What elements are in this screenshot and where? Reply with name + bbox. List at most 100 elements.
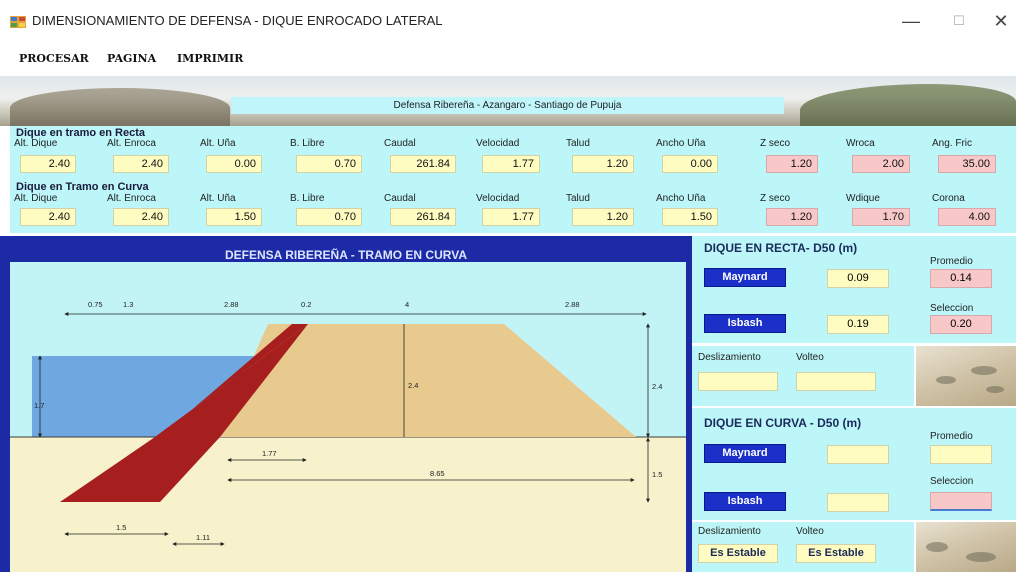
recta-value-10[interactable]: 35.00 xyxy=(938,155,996,173)
recta-label-2: Alt. Uña xyxy=(200,138,236,149)
recta-volteo-label: Volteo xyxy=(796,352,824,363)
title-bar: DIMENSIONAMIENTO DE DEFENSA - DIQUE ENRO… xyxy=(0,0,1016,40)
curva-label-10: Corona xyxy=(932,193,965,204)
recta-label-5: Velocidad xyxy=(476,138,520,149)
recta-promedio-value: 0.14 xyxy=(930,269,992,288)
curva-volteo-value: Es Estable xyxy=(796,544,876,563)
app-grid-icon xyxy=(10,16,26,28)
recta-value-7[interactable]: 0.00 xyxy=(662,155,718,173)
curva-value-2[interactable]: 1.50 xyxy=(206,208,262,226)
menu-bar: PROCESAR PAGINA IMPRIMIR xyxy=(0,40,1016,76)
dim-top-1: 1.3 xyxy=(123,300,133,309)
curva-volteo-label: Volteo xyxy=(796,526,824,537)
recta-stability-section: Deslizamiento Volteo xyxy=(692,346,914,406)
recta-label-10: Ang. Fric xyxy=(932,138,973,149)
recta-value-4[interactable]: 261.84 xyxy=(390,155,456,173)
recta-value-9[interactable]: 2.00 xyxy=(852,155,910,173)
dim-water-height: 1.7 xyxy=(34,401,44,410)
recta-seleccion-label: Seleccion xyxy=(930,303,974,314)
curva-label-6: Talud xyxy=(566,193,590,204)
recta-seleccion-value: 0.20 xyxy=(930,315,992,334)
curva-label-1: Alt. Enroca xyxy=(107,193,156,204)
recta-value-0[interactable]: 2.40 xyxy=(20,155,76,173)
dim-top-5: 2.88 xyxy=(565,300,580,309)
recta-value-5[interactable]: 1.77 xyxy=(482,155,540,173)
recta-label-1: Alt. Enroca xyxy=(107,138,156,149)
curva-d50-heading: DIQUE EN CURVA - D50 (m) xyxy=(704,416,862,430)
curva-maynard-button[interactable]: Maynard xyxy=(704,444,786,463)
dim-top-3: 0.2 xyxy=(301,300,311,309)
recta-d50-heading: DIQUE EN RECTA- D50 (m) xyxy=(704,241,858,255)
dim-core-height: 2.4 xyxy=(408,381,418,390)
curva-promedio-value xyxy=(930,445,992,464)
curva-deslizamiento-value: Es Estable xyxy=(698,544,778,563)
dim-total: 8.65 xyxy=(430,469,445,478)
banner-photo-left xyxy=(10,88,230,126)
curva-label-2: Alt. Uña xyxy=(200,193,236,204)
curva-value-1[interactable]: 2.40 xyxy=(113,208,169,226)
curva-value-9[interactable]: 1.70 xyxy=(852,208,910,226)
curva-d50-section: DIQUE EN CURVA - D50 (m) Promedio Maynar… xyxy=(692,408,1016,520)
dim-top-4: 4 xyxy=(405,300,409,309)
recta-deslizamiento-label: Deslizamiento xyxy=(698,352,761,363)
curva-promedio-label: Promedio xyxy=(930,431,973,442)
curva-label-3: B. Libre xyxy=(290,193,325,204)
recta-promedio-label: Promedio xyxy=(930,256,973,267)
curva-label-9: Wdique xyxy=(846,193,880,204)
banner-photo-right xyxy=(800,84,1016,126)
recta-d50-section: DIQUE EN RECTA- D50 (m) Promedio Maynard… xyxy=(692,236,1016,343)
maximize-button[interactable]: ☐ xyxy=(944,8,974,34)
recta-label-7: Ancho Uña xyxy=(656,138,706,149)
header-banner: Defensa Ribereña - Azangaro - Santiago d… xyxy=(0,76,1016,126)
menu-imprimir[interactable]: IMPRIMIR xyxy=(177,52,243,65)
curva-value-0[interactable]: 2.40 xyxy=(20,208,76,226)
close-button[interactable]: ✕ xyxy=(986,8,1016,34)
curva-label-5: Velocidad xyxy=(476,193,520,204)
curva-section-title: Dique en Tramo en Curva xyxy=(16,181,149,193)
dim-top-0: 0.75 xyxy=(88,300,103,309)
recta-isbash-button[interactable]: Isbash xyxy=(704,314,786,333)
window-title: DIMENSIONAMIENTO DE DEFENSA - DIQUE ENRO… xyxy=(32,13,443,28)
curva-value-7[interactable]: 1.50 xyxy=(662,208,718,226)
menu-pagina[interactable]: PAGINA xyxy=(107,52,156,65)
recta-value-1[interactable]: 2.40 xyxy=(113,155,169,173)
recta-maynard-value: 0.09 xyxy=(827,269,889,288)
menu-procesar[interactable]: PROCESAR xyxy=(19,52,89,65)
project-label: Defensa Ribereña - Azangaro - Santiago d… xyxy=(231,97,784,114)
riprap-photo-1 xyxy=(916,346,1016,406)
curva-value-6[interactable]: 1.20 xyxy=(572,208,634,226)
curva-maynard-value xyxy=(827,445,889,464)
recta-label-0: Alt. Dique xyxy=(14,138,58,149)
minimize-button[interactable]: — xyxy=(896,8,926,34)
curva-label-0: Alt. Dique xyxy=(14,193,58,204)
curva-seleccion-label: Seleccion xyxy=(930,476,974,487)
ground-area xyxy=(10,437,686,572)
curva-isbash-button[interactable]: Isbash xyxy=(704,492,786,511)
dim-bottom-right: 1.11 xyxy=(196,533,210,542)
dim-right-top: 2.4 xyxy=(652,382,662,391)
recta-value-2[interactable]: 0.00 xyxy=(206,155,262,173)
recta-maynard-button[interactable]: Maynard xyxy=(704,268,786,287)
curva-value-10[interactable]: 4.00 xyxy=(938,208,996,226)
results-panel: DIQUE EN RECTA- D50 (m) Promedio Maynard… xyxy=(692,236,1016,572)
curva-deslizamiento-label: Deslizamiento xyxy=(698,526,761,537)
curva-label-4: Caudal xyxy=(384,193,416,204)
curva-value-4[interactable]: 261.84 xyxy=(390,208,456,226)
curva-value-5[interactable]: 1.77 xyxy=(482,208,540,226)
riprap-photo-2 xyxy=(916,522,1016,572)
dim-bottom-left: 1.5 xyxy=(116,523,126,532)
curva-isbash-value xyxy=(827,493,889,512)
recta-deslizamiento-value xyxy=(698,372,778,391)
dim-velocity: 1.77 xyxy=(262,449,277,458)
recta-label-4: Caudal xyxy=(384,138,416,149)
curva-value-8[interactable]: 1.20 xyxy=(766,208,818,226)
curva-value-3[interactable]: 0.70 xyxy=(296,208,362,226)
recta-label-6: Talud xyxy=(566,138,590,149)
curva-label-8: Z seco xyxy=(760,193,791,204)
recta-value-6[interactable]: 1.20 xyxy=(572,155,634,173)
diagram-title: DEFENSA RIBEREÑA - TRAMO EN CURVA xyxy=(224,248,467,262)
recta-value-3[interactable]: 0.70 xyxy=(296,155,362,173)
dim-top-2: 2.88 xyxy=(224,300,239,309)
recta-label-8: Z seco xyxy=(760,138,791,149)
recta-value-8[interactable]: 1.20 xyxy=(766,155,818,173)
